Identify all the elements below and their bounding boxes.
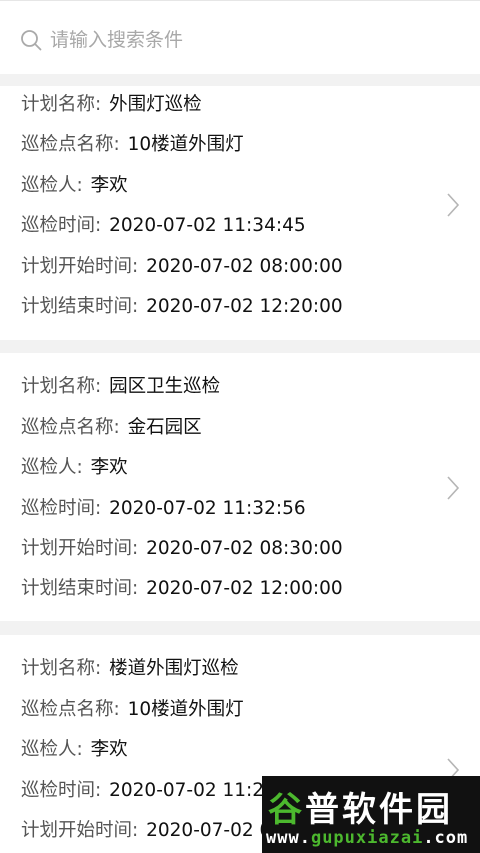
inspect-time-value: 2020-07-02 11:32:56 [109,498,306,519]
plan-name-label: 计划名称: [21,376,102,397]
chevron-right-icon[interactable] [446,475,460,501]
plan-end-label: 计划结束时间: [21,296,139,317]
plan-name-row: 计划名称: 外围灯巡检 [21,86,202,125]
plan-name-value: 外围灯巡检 [109,94,202,115]
inspect-time-label: 巡检时间: [21,498,102,519]
plan-name-row: 计划名称: 楼道外围灯巡检 [21,649,239,689]
point-name-value: 10楼道外围灯 [127,134,244,155]
point-name-row: 巡检点名称: 金石园区 [21,408,202,448]
point-name-label: 巡检点名称: [21,134,120,155]
plan-name-row: 计划名称: 园区卫生巡检 [21,367,220,407]
plan-start-row: 计划开始时间: 2020-07-02 08:30:00 [21,529,343,569]
inspector-row: 巡检人: 李欢 [21,730,128,770]
chevron-right-icon[interactable] [446,192,460,218]
search-input[interactable] [50,23,450,57]
inspection-record-card[interactable]: 计划名称: 外围灯巡检 巡检点名称: 10楼道外围灯 巡检人: 李欢 巡检时间:… [0,86,480,340]
plan-name-value: 楼道外围灯巡检 [109,658,239,679]
watermark-title: 谷普软件园 [268,790,453,830]
inspect-time-row: 巡检时间: 2020-07-02 11:32:56 [21,489,306,529]
plan-start-row: 计划开始时间: 2020-07-02 08:00:00 [21,247,343,287]
plan-start-label: 计划开始时间: [21,538,139,559]
inspector-row: 巡检人: 李欢 [21,448,128,488]
plan-end-row: 计划结束时间: 2020-07-02 12:20:00 [21,287,343,327]
plan-end-row: 计划结束时间: 2020-07-02 12:00:00 [21,569,343,609]
inspect-time-label: 巡检时间: [21,780,102,801]
plan-start-label: 计划开始时间: [21,820,139,841]
inspector-row: 巡检人: 李欢 [21,166,128,206]
inspector-label: 巡检人: [21,739,83,760]
inspection-record-card[interactable]: 计划名称: 园区卫生巡检 巡检点名称: 金石园区 巡检人: 李欢 巡检时间: 2… [0,353,480,621]
plan-end-label: 计划结束时间: [21,578,139,599]
point-name-value: 10楼道外围灯 [127,699,244,720]
point-name-label: 巡检点名称: [21,699,120,720]
plan-end-value: 2020-07-02 12:00:00 [146,578,343,599]
inspect-time-row: 巡检时间: 2020-07-02 11:34:45 [21,206,306,246]
point-name-value: 金石园区 [127,417,202,438]
inspector-label: 巡检人: [21,457,83,478]
watermark-logo: 谷普软件园 www.gupuxiazai.com [262,776,480,853]
plan-start-value: 2020-07-02 08:30:00 [146,538,343,559]
watermark-url: www.gupuxiazai.com [266,828,469,848]
inspect-time-value: 2020-07-02 11:34:45 [109,215,306,236]
inspector-value: 李欢 [90,457,128,478]
point-name-row: 巡检点名称: 10楼道外围灯 [21,125,244,165]
inspect-time-label: 巡检时间: [21,215,102,236]
plan-name-label: 计划名称: [21,658,102,679]
point-name-row: 巡检点名称: 10楼道外围灯 [21,690,244,730]
search-bar[interactable] [0,0,480,74]
inspector-label: 巡检人: [21,175,83,196]
plan-name-label: 计划名称: [21,94,102,115]
plan-start-value: 2020-07-02 08:00:00 [146,256,343,277]
plan-end-value: 2020-07-02 12:20:00 [146,296,343,317]
point-name-label: 巡检点名称: [21,417,120,438]
plan-start-label: 计划开始时间: [21,256,139,277]
search-icon [21,30,42,51]
plan-name-value: 园区卫生巡检 [109,376,221,397]
inspector-value: 李欢 [90,739,128,760]
inspector-value: 李欢 [90,175,128,196]
